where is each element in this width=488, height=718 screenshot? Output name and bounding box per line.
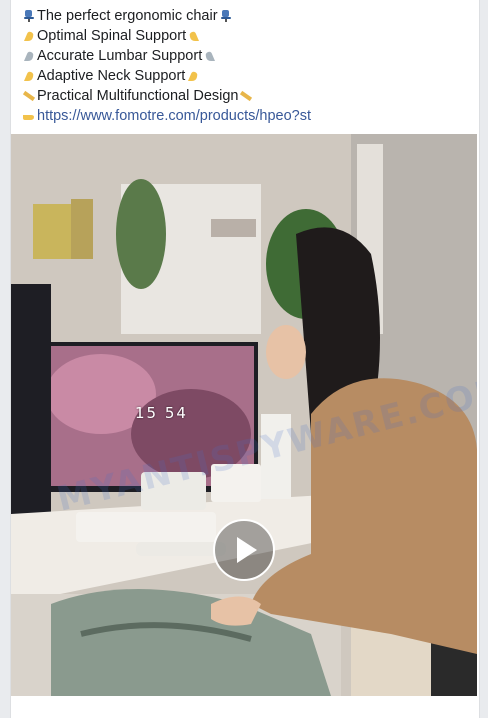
post-line-text: Optimal Spinal Support [37,28,187,44]
post-line-title: The perfect ergonomic chair [21,6,471,26]
flexed-biceps-icon [188,71,198,81]
post-line-text: The perfect ergonomic chair [37,8,218,24]
post-line-text: Practical Multifunctional Design [37,88,239,104]
ruler-icon [240,90,253,102]
video-player[interactable]: 15 54 MYANTISPYWARE.COM [11,134,477,696]
play-icon [237,537,257,563]
post-line-neck: Adaptive Neck Support [21,66,471,86]
facebook-post: The perfect ergonomic chair Optimal Spin… [10,0,480,718]
seat-icon [220,10,231,22]
product-link[interactable]: https://www.fomotre.com/products/hpeo?st [37,106,311,126]
post-line-design: Practical Multifunctional Design [21,86,471,106]
post-text: The perfect ergonomic chair Optimal Spin… [21,6,471,126]
pointing-hand-icon [23,115,34,120]
flexed-biceps-icon [24,31,34,41]
mechanical-arm-icon [24,51,34,61]
post-line-text: Adaptive Neck Support [37,68,186,84]
post-line-spinal: Optimal Spinal Support [21,26,471,46]
ruler-icon [22,90,36,102]
flexed-biceps-icon [189,31,200,41]
seat-icon [24,10,34,22]
flexed-biceps-icon [24,71,34,81]
mechanical-arm-icon [205,51,216,61]
post-line-lumbar: Accurate Lumbar Support [21,46,471,66]
post-line-link: https://www.fomotre.com/products/hpeo?st [21,106,471,126]
post-line-text: Accurate Lumbar Support [37,48,203,64]
play-button[interactable] [213,519,275,581]
monitor-clock: 15 54 [135,404,188,422]
